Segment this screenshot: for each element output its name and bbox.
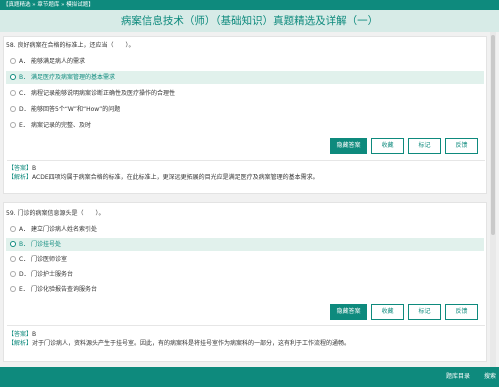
- option-text: 病程记录能够说明病案诊断正确性及医疗操作的合理性: [31, 90, 176, 97]
- radio-icon[interactable]: [10, 74, 16, 80]
- option-text: 门诊挂号处: [31, 241, 62, 248]
- option-c[interactable]: C． 病程记录能够说明病案诊断正确性及医疗操作的合理性: [6, 87, 484, 100]
- answer-value: B: [32, 165, 37, 172]
- answer-tag: 【答案】: [8, 331, 33, 338]
- radio-icon[interactable]: [10, 226, 16, 232]
- answer-tag: 【答案】: [8, 165, 33, 172]
- radio-icon[interactable]: [10, 286, 16, 292]
- option-letter: D．: [19, 271, 30, 278]
- radio-icon[interactable]: [10, 58, 16, 64]
- option-letter: C．: [19, 256, 30, 263]
- option-d[interactable]: D．能够回答5个“W”和“How”的问题: [6, 103, 484, 116]
- bottom-toolbar: 题库目录 搜索: [0, 367, 499, 387]
- option-letter: B．: [19, 241, 30, 248]
- option-text: 能够满足病人的需求: [31, 58, 86, 65]
- breadcrumb[interactable]: 【真题精选 » 章节题库 » 模拟试题】: [3, 1, 94, 9]
- question-actions: 隐藏答案 收藏 标记 反馈: [330, 138, 478, 154]
- question-actions: 隐藏答案 收藏 标记 反馈: [330, 304, 478, 320]
- option-text: 满足医疗及病案管理的基本需求: [31, 74, 116, 81]
- analysis-line: 【解析】ACDE四项均属于病案合格的标准，在此标准上，更深远更拓展的目光应是满足…: [4, 173, 486, 182]
- analysis-line: 【解析】对于门诊病人，资料源头产生于挂号室。因此，有的病案科是将挂号室作为病案科…: [4, 339, 486, 348]
- answer-value: B: [32, 331, 37, 338]
- hide-answer-button[interactable]: 隐藏答案: [330, 304, 367, 320]
- option-e[interactable]: E． 门诊化验报告查询服务台: [6, 283, 484, 296]
- question-card-59: 59. 门诊的病案信息源头是（ ）。 A． 建立门诊病人姓名索引处 B． 门诊挂号处…: [3, 202, 487, 362]
- option-text: 能够回答5个“W”和“How”的问题: [31, 106, 121, 113]
- scrollbar-thumb[interactable]: [491, 35, 495, 235]
- feedback-button[interactable]: 反馈: [445, 304, 478, 320]
- option-letter: C．: [19, 90, 30, 97]
- divider: [7, 325, 485, 326]
- option-b[interactable]: B． 门诊挂号处: [6, 238, 484, 251]
- radio-icon[interactable]: [10, 256, 16, 262]
- option-c[interactable]: C． 门诊医师诊室: [6, 253, 484, 266]
- radio-icon[interactable]: [10, 122, 16, 128]
- option-letter: E．: [19, 286, 29, 293]
- option-a[interactable]: A． 能够满足病人的需求: [6, 55, 484, 68]
- option-text: 病案记录的完整、及时: [31, 122, 92, 129]
- option-d[interactable]: D．门诊护士服务台: [6, 268, 484, 281]
- radio-icon[interactable]: [10, 90, 16, 96]
- question-card-58: 58. 良好病案在合格的标准上，还应当（ ）。 A． 能够满足病人的需求 B． 满足…: [3, 36, 487, 194]
- hide-answer-button[interactable]: 隐藏答案: [330, 138, 367, 154]
- radio-icon[interactable]: [10, 241, 16, 247]
- feedback-button[interactable]: 反馈: [445, 138, 478, 154]
- option-letter: A．: [19, 58, 30, 65]
- option-letter: A．: [19, 226, 30, 233]
- answer-line: 【答案】B: [4, 164, 486, 173]
- analysis-tag: 【解析】: [8, 174, 33, 181]
- radio-icon[interactable]: [10, 106, 16, 112]
- scrollbar[interactable]: [490, 32, 496, 367]
- option-e[interactable]: E． 病案记录的完整、及时: [6, 119, 484, 132]
- option-a[interactable]: A． 建立门诊病人姓名索引处: [6, 223, 484, 236]
- option-text: 门诊医师诊室: [31, 256, 68, 263]
- title-bar: 病案信息技术（师）（基础知识）真题精选及详解（一）: [0, 10, 499, 32]
- catalog-link[interactable]: 题库目录: [446, 372, 470, 382]
- analysis-text: 对于门诊病人，资料源头产生于挂号室。因此，有的病案科是将挂号室作为病案科的一部分…: [32, 340, 351, 347]
- option-b[interactable]: B． 满足医疗及病案管理的基本需求: [6, 71, 484, 84]
- mark-button[interactable]: 标记: [408, 138, 441, 154]
- favorite-button[interactable]: 收藏: [371, 304, 404, 320]
- question-stem: 58. 良好病案在合格的标准上，还应当（ ）。: [6, 42, 135, 49]
- option-letter: E．: [19, 122, 29, 129]
- option-letter: B．: [19, 74, 30, 81]
- option-letter: D．: [19, 106, 30, 113]
- search-link[interactable]: 搜索: [484, 372, 496, 382]
- favorite-button[interactable]: 收藏: [371, 138, 404, 154]
- question-stem: 59. 门诊的病案信息源头是（ ）。: [6, 210, 105, 217]
- answer-line: 【答案】B: [4, 330, 486, 339]
- page-title: 病案信息技术（师）（基础知识）真题精选及详解（一）: [120, 15, 379, 27]
- option-text: 门诊化验报告查询服务台: [31, 286, 98, 293]
- analysis-text: ACDE四项均属于病案合格的标准，在此标准上，更深远更拓展的目光应是满足医疗及病…: [32, 174, 319, 181]
- mark-button[interactable]: 标记: [408, 304, 441, 320]
- divider: [7, 160, 485, 161]
- radio-icon[interactable]: [10, 271, 16, 277]
- analysis-tag: 【解析】: [8, 340, 33, 347]
- option-text: 门诊护士服务台: [31, 271, 74, 278]
- top-nav-bar: 【真题精选 » 章节题库 » 模拟试题】: [0, 0, 499, 10]
- option-text: 建立门诊病人姓名索引处: [31, 226, 98, 233]
